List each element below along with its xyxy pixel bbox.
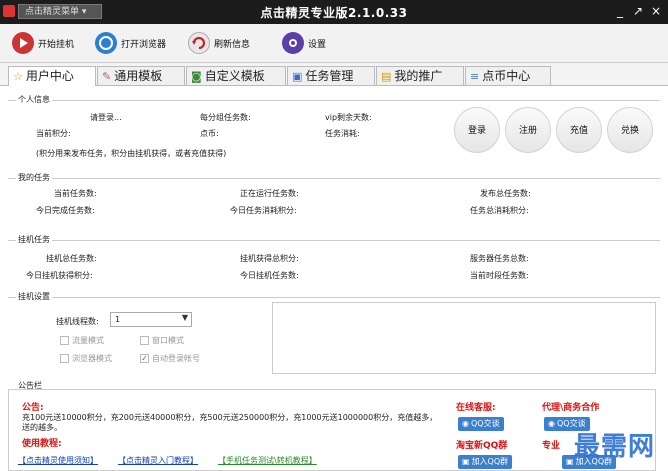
settings-button[interactable]: 设置 xyxy=(282,30,326,56)
refresh-icon xyxy=(188,32,210,54)
tab-my-promotion[interactable]: ▤ 我的推广 xyxy=(376,66,464,85)
chevron-down-icon: ▼ xyxy=(181,313,188,322)
threads-value: 1 xyxy=(115,315,121,324)
current-period-label: 当前时段任务数: xyxy=(470,271,529,280)
document-icon: ▣ xyxy=(292,69,303,83)
published-total-label: 发布总任务数: xyxy=(480,189,531,198)
link-usage-notice[interactable]: 【点击精灵使用须知】 xyxy=(18,455,98,466)
minimize-button[interactable]: _ xyxy=(612,4,628,18)
tasks-per-group-label: 每分组任务数: xyxy=(200,113,251,122)
image-icon: ◙ xyxy=(191,69,202,83)
tab-user-center[interactable]: ☆ 用户中心 xyxy=(8,66,96,86)
hang-settings-label: 挂机设置 xyxy=(16,291,52,302)
refresh-info-button[interactable]: 刷新信息 xyxy=(188,30,250,56)
toolbar: 开始挂机 打开浏览器 刷新信息 设置 xyxy=(0,24,668,63)
my-tasks-group xyxy=(8,178,660,229)
task-consumption-label: 任务消耗: xyxy=(325,129,360,138)
qq-icon: ◉ xyxy=(548,419,555,428)
today-task-points-label: 今日任务消耗积分: xyxy=(230,206,297,215)
traffic-mode-checkbox[interactable]: 流量模式 xyxy=(60,335,104,346)
window-mode-checkbox[interactable]: 窗口模式 xyxy=(140,335,184,346)
running-tasks-label: 正在运行任务数: xyxy=(240,189,299,198)
announcement-heading: 公告: xyxy=(22,403,44,413)
online-service-label: 在线客服: xyxy=(456,403,496,413)
recharge-button[interactable]: 充值 xyxy=(556,107,602,153)
browser-mode-checkbox[interactable]: 浏览器模式 xyxy=(60,353,112,364)
my-tasks-label: 我的任务 xyxy=(16,172,52,183)
hang-total-label: 挂机总任务数: xyxy=(46,254,97,263)
tab-bar: ☆ 用户中心 ✎ 通用模板 ◙ 自定义模板 ▣ 任务管理 ▤ 我的推广 ≡ 点币中心 xyxy=(0,63,668,86)
tab-custom-template[interactable]: ◙ 自定义模板 xyxy=(186,66,286,85)
personal-info-label: 个人信息 xyxy=(16,94,52,105)
title-bar: 点击精灵菜单 ▾ 点击精灵专业版2.1.0.33 _ ↗ × xyxy=(0,0,668,24)
today-completed-label: 今日完成任务数: xyxy=(36,206,95,215)
play-icon xyxy=(12,32,34,54)
start-hang-label: 开始挂机 xyxy=(38,39,75,50)
tab-general-template[interactable]: ✎ 通用模板 xyxy=(97,66,185,85)
announcement-body: 充100元送10000积分，充200元送40000积分，充500元送250000… xyxy=(22,413,438,432)
watermark: 最需网 xyxy=(574,432,656,462)
agent-label: 代理\商务合作 xyxy=(542,403,600,413)
register-button[interactable]: 注册 xyxy=(505,107,551,153)
current-points-label: 当前积分: xyxy=(36,129,71,138)
threads-select[interactable]: 1 ▼ xyxy=(110,312,192,327)
today-hang-tasks-label: 今日挂机任务数: xyxy=(240,271,299,280)
server-total-label: 服务器任务总数: xyxy=(470,254,529,263)
join-qq-group-button-1[interactable]: ▣ 加入QQ群 xyxy=(458,455,513,469)
taobao-group-label: 淘宝新QQ群 xyxy=(456,441,508,451)
start-hang-button[interactable]: 开始挂机 xyxy=(12,30,74,56)
exchange-button[interactable]: 兑换 xyxy=(607,107,653,153)
total-task-points-label: 任务总消耗积分: xyxy=(470,206,529,215)
checkbox-box xyxy=(60,336,69,345)
settings-label: 设置 xyxy=(308,39,327,50)
tab-task-manage[interactable]: ▣ 任务管理 xyxy=(287,66,375,85)
auto-login-checkbox[interactable]: ✓ 自动登录帐号 xyxy=(140,353,200,364)
login-button[interactable]: 登录 xyxy=(454,107,500,153)
qq-icon: ◉ xyxy=(462,419,469,428)
gear-icon xyxy=(282,32,304,54)
restore-button[interactable]: ↗ xyxy=(630,4,646,18)
hang-tasks-label: 挂机任务 xyxy=(16,234,52,245)
hang-tasks-group xyxy=(8,240,660,291)
log-panel xyxy=(272,302,656,374)
group-icon: ▣ xyxy=(566,457,574,466)
checkbox-box xyxy=(140,336,149,345)
chart-icon: ▤ xyxy=(381,69,392,83)
pro-group-label: 专业 xyxy=(542,441,561,451)
hang-total-points-label: 挂机获得总积分: xyxy=(240,254,299,263)
browser-icon xyxy=(95,32,117,54)
points-note: (积分用来发布任务，积分由挂机获得，或者充值获得) xyxy=(36,149,227,158)
star-icon: ☆ xyxy=(13,70,23,83)
open-browser-button[interactable]: 打开浏览器 xyxy=(95,30,166,56)
brush-icon: ✎ xyxy=(102,69,112,83)
group-icon: ▣ xyxy=(462,457,470,466)
today-hang-points-label: 今日挂机获得积分: xyxy=(26,271,93,280)
open-browser-label: 打开浏览器 xyxy=(121,39,167,50)
link-beginner-tutorial[interactable]: 【点击精灵入门教程】 xyxy=(118,455,198,466)
close-button[interactable]: × xyxy=(648,4,664,18)
vip-days-label: vip剩余天数: xyxy=(325,113,372,122)
window-title: 点击精灵专业版2.1.0.33 xyxy=(260,6,408,20)
link-mobile-tutorial[interactable]: 【手机任务测试\转机教程】 xyxy=(218,455,317,466)
coin-icon: ≡ xyxy=(470,69,480,83)
checkbox-box xyxy=(60,354,69,363)
coins-label: 点币: xyxy=(200,129,219,138)
tutorial-heading: 使用教程: xyxy=(22,439,62,449)
threads-label: 挂机线程数: xyxy=(56,317,99,326)
login-prompt: 请登录... xyxy=(90,113,122,122)
qq-chat-button-service[interactable]: ◉ QQ交谈 xyxy=(458,417,504,431)
refresh-info-label: 刷新信息 xyxy=(214,39,251,50)
current-tasks-label: 当前任务数: xyxy=(54,189,97,198)
checkmark-icon: ✓ xyxy=(140,354,149,363)
tab-coin-center[interactable]: ≡ 点币中心 xyxy=(465,66,551,85)
